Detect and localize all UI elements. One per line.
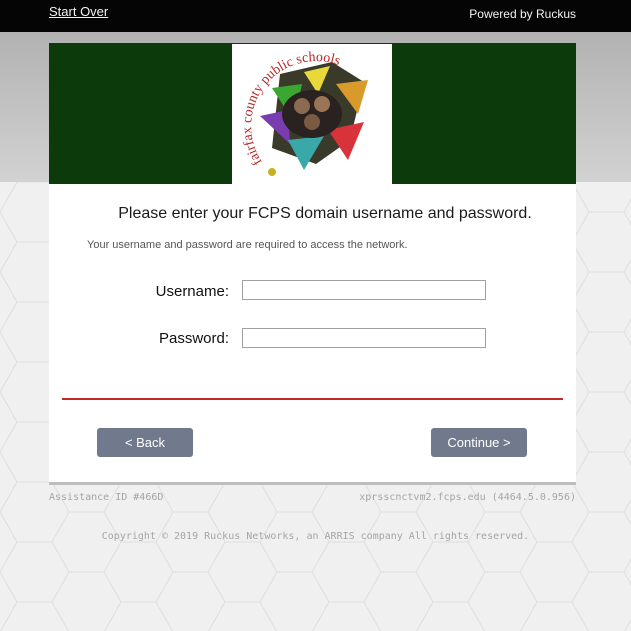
start-over-link[interactable]: Start Over xyxy=(49,4,108,19)
username-input[interactable] xyxy=(242,280,486,300)
password-input[interactable] xyxy=(242,328,486,348)
page-title: Please enter your FCPS domain username a… xyxy=(118,205,532,222)
copyright-text: Copyright © 2019 Ruckus Networks, an ARR… xyxy=(101,531,530,542)
login-card: Please enter your FCPS domain username a… xyxy=(49,184,576,485)
instructions-text: Your username and password are required … xyxy=(87,239,408,251)
username-label: Username: xyxy=(155,283,229,300)
top-bar: Start Over Powered by Ruckus xyxy=(0,0,631,32)
continue-button[interactable]: Continue > xyxy=(431,428,527,457)
form-divider xyxy=(62,398,563,400)
school-logo: fairfax county public schools xyxy=(232,44,392,184)
back-button[interactable]: < Back xyxy=(97,428,193,457)
server-info: xprsscnctvm2.fcps.edu (4464.5.0.956) xyxy=(359,492,576,503)
assistance-id: Assistance ID #466D xyxy=(49,492,164,503)
header-banner: fairfax county public schools xyxy=(49,43,576,184)
powered-by-text: Powered by Ruckus xyxy=(469,7,576,21)
password-label: Password: xyxy=(158,330,229,347)
